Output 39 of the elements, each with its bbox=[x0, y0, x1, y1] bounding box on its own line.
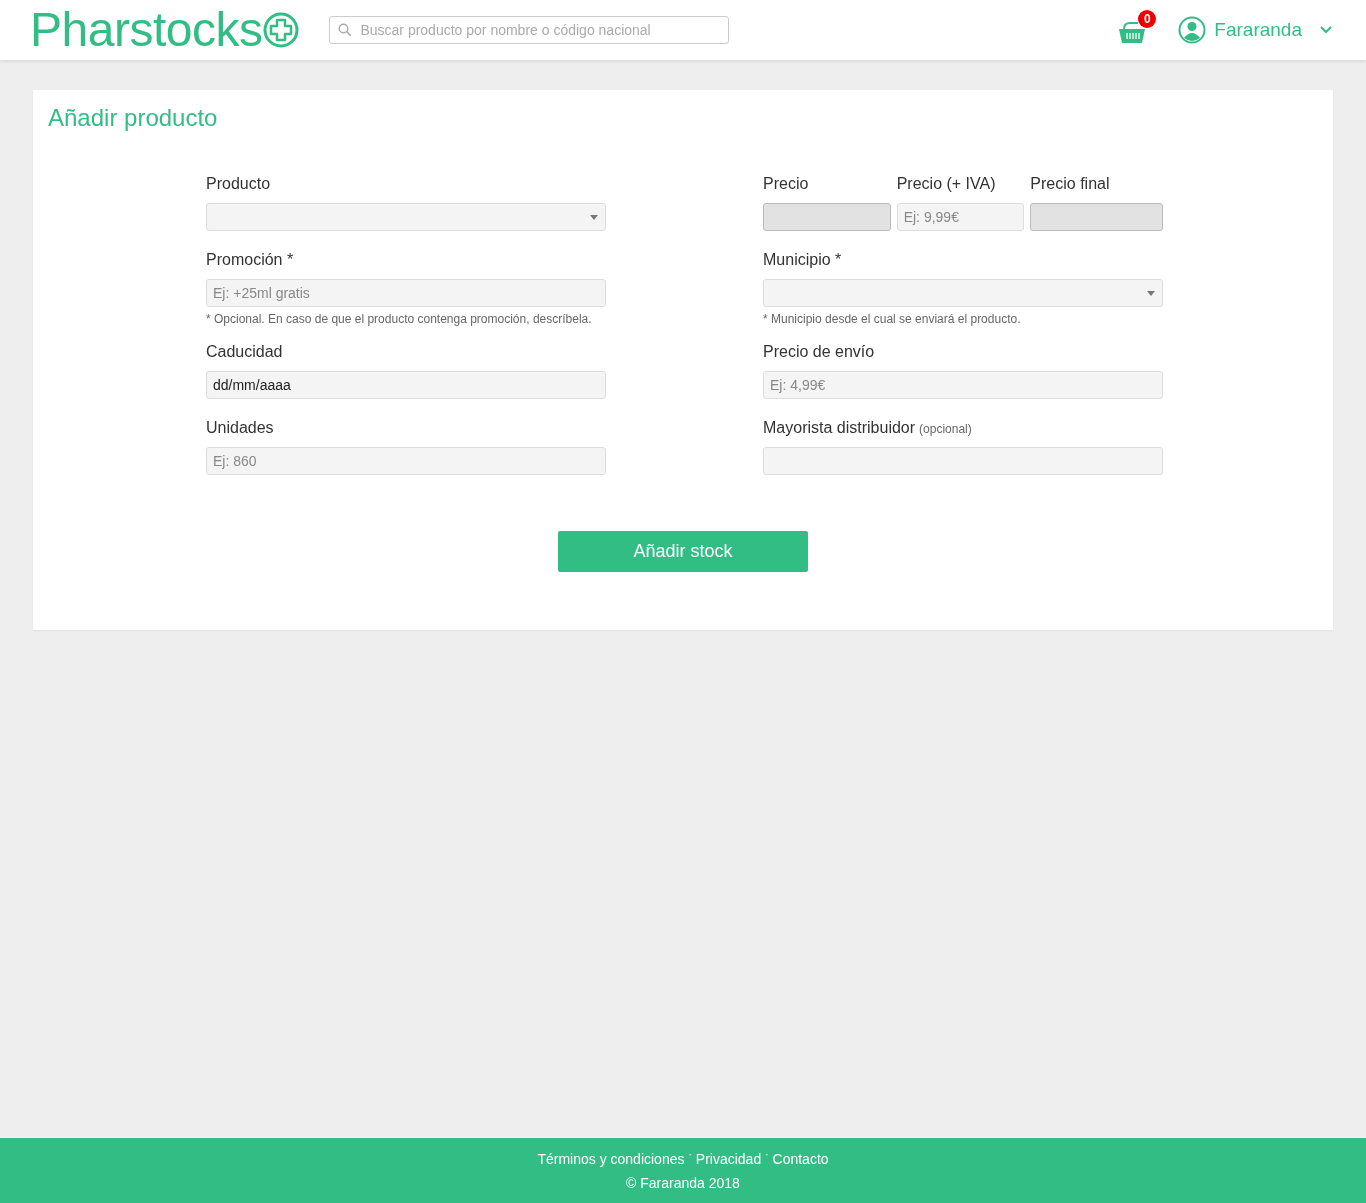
caret-icon bbox=[590, 215, 598, 220]
field-label: Mayorista distribuidor bbox=[763, 418, 916, 438]
plus-circle-icon bbox=[263, 12, 300, 48]
page-title: Añadir producto bbox=[48, 104, 219, 132]
user-avatar-icon bbox=[1178, 16, 1207, 44]
input-field[interactable]: dd/mm/aaaa bbox=[206, 371, 606, 399]
search-icon bbox=[338, 23, 353, 37]
field-label: Producto bbox=[206, 174, 271, 194]
chevron-down-icon[interactable] bbox=[1320, 26, 1332, 34]
select-field[interactable] bbox=[763, 279, 1163, 307]
optional-note: (opcional) bbox=[919, 422, 972, 436]
help-text: * Opcional. En caso de que el producto contenga promoción, descríbela. bbox=[206, 312, 593, 326]
field-label: Precio de envío bbox=[763, 342, 875, 362]
price-field[interactable]: Ej: 9,99€ bbox=[896, 203, 1025, 231]
separator-dot: · bbox=[688, 1149, 692, 1160]
separator-dot: · bbox=[765, 1149, 769, 1160]
field-label: Unidades bbox=[206, 418, 274, 438]
field-label: Municipio * bbox=[763, 250, 842, 270]
field-label: Precio (+ IVA) bbox=[896, 174, 997, 194]
copyright: © Fararanda 2018 bbox=[626, 1174, 740, 1191]
user-menu[interactable]: Fararanda bbox=[1214, 19, 1302, 41]
input-field[interactable]: Ej: +25ml gratis bbox=[206, 279, 606, 307]
caret-icon bbox=[1147, 291, 1155, 296]
footer-link[interactable]: Contacto bbox=[772, 1150, 829, 1167]
input-field[interactable]: Ej: 860 bbox=[206, 447, 606, 475]
cart-count-badge: 0 bbox=[1138, 10, 1157, 28]
input-field[interactable]: Ej: 4,99€ bbox=[763, 371, 1163, 399]
input-field[interactable] bbox=[763, 447, 1163, 475]
field-label: Precio bbox=[763, 174, 810, 194]
field-label: Caducidad bbox=[206, 342, 283, 362]
search-field[interactable]: Buscar producto por nombre o código nacional bbox=[329, 16, 730, 44]
help-text: * Municipio desde el cual se enviará el producto. bbox=[763, 312, 1022, 326]
field-label: Precio final bbox=[1030, 174, 1111, 194]
select-field[interactable] bbox=[206, 203, 606, 231]
footer-link[interactable]: Términos y condiciones bbox=[537, 1150, 685, 1167]
add-stock-button[interactable]: Añadir stock bbox=[558, 531, 808, 572]
logo[interactable]: Pharstocks bbox=[30, 6, 263, 54]
footer-link[interactable]: Privacidad bbox=[695, 1150, 762, 1167]
field-label: Promoción * bbox=[206, 250, 294, 270]
